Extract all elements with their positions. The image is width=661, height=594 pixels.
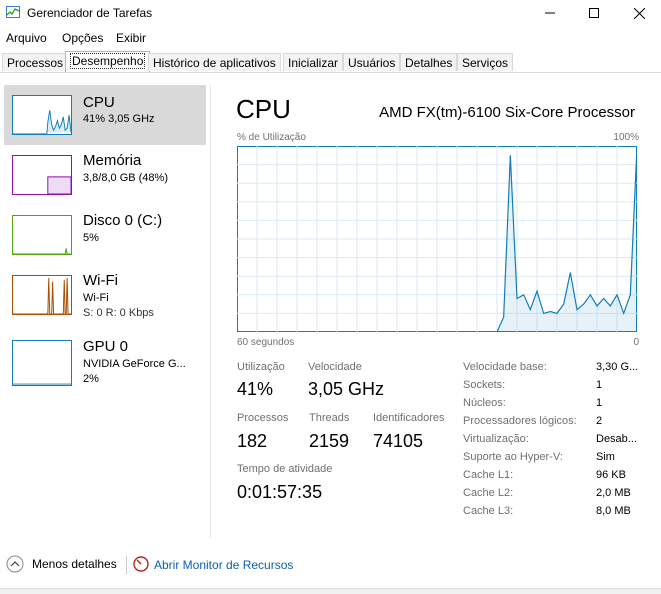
- detail-value: 96 KB: [596, 469, 626, 481]
- window-title: Gerenciador de Tarefas: [27, 6, 153, 20]
- processes-label: Processos: [237, 412, 289, 424]
- resource-monitor-icon: [133, 556, 149, 572]
- graph-x-left-label: 60 segundos: [237, 337, 295, 348]
- tab-label: Processos: [7, 56, 64, 70]
- minimize-icon: [545, 12, 555, 14]
- detail-label: Cache L2:: [463, 487, 514, 499]
- detail-value: 3,30 G...: [596, 361, 639, 373]
- threads-value: 2159: [309, 431, 350, 451]
- tab-desempenho[interactable]: Desempenho: [65, 51, 151, 72]
- chevron-up-icon: [6, 555, 24, 573]
- memory-thumbnail-graph: [12, 155, 72, 195]
- processor-name: AMD FX(tm)-6100 Six-Core Processor: [379, 104, 635, 121]
- detail-label: Velocidade base:: [463, 361, 547, 373]
- maximize-icon: [589, 8, 599, 18]
- resource-sidebar: CPU 41% 3,05 GHz Memória 3,8/8,0 GB (48%…: [0, 84, 208, 538]
- footer-divider: [126, 556, 127, 574]
- detail-value: 2,0 MB: [596, 487, 631, 499]
- tab-label: Inicializar: [288, 56, 339, 70]
- detail-value: 1: [596, 397, 603, 409]
- utilization-value: 41%: [237, 379, 274, 399]
- handles-label: Identificadores: [373, 412, 445, 424]
- sidebar-item-title: CPU: [83, 94, 115, 111]
- maximize-button[interactable]: [572, 0, 616, 26]
- detail-label: Núcleos:: [463, 397, 506, 409]
- detail-value: 8,0 MB: [596, 505, 631, 517]
- sidebar-item-memoria[interactable]: Memória 3,8/8,0 GB (48%): [4, 145, 206, 205]
- detail-value: 1: [596, 379, 603, 391]
- disk-thumbnail-graph: [12, 215, 72, 255]
- tab-label: Histórico de aplicativos: [153, 56, 276, 70]
- sidebar-item-title: GPU 0: [83, 338, 129, 355]
- sidebar-item-detail: 41% 3,05 GHz: [83, 113, 155, 125]
- detail-label: Virtualização:: [463, 433, 529, 445]
- detail-value: Sim: [596, 451, 615, 463]
- uptime-value: 0:01:57:35: [237, 482, 323, 502]
- open-resource-monitor-link[interactable]: Abrir Monitor de Recursos: [154, 558, 293, 572]
- tab-label: Serviços: [462, 56, 509, 70]
- sidebar-item-detail-2: S: 0 R: 0 Kbps: [83, 307, 154, 319]
- graph-y-max-label: 100%: [613, 132, 639, 143]
- page-title: CPU: [236, 94, 291, 124]
- cpu-utilization-graph: [237, 146, 637, 332]
- tab-label: Desempenho: [70, 53, 146, 69]
- sidebar-item-detail: 3,8/8,0 GB (48%): [83, 172, 168, 184]
- utilization-label: Utilização: [237, 361, 285, 373]
- fewer-details-label: Menos detalhes: [32, 557, 117, 571]
- close-icon: [633, 7, 645, 19]
- tab-detalhes[interactable]: Detalhes: [400, 53, 458, 71]
- sidebar-item-title: Wi-Fi: [83, 272, 118, 289]
- tab-label: Usuários: [348, 56, 396, 70]
- sidebar-item-cpu[interactable]: CPU 41% 3,05 GHz: [4, 85, 206, 145]
- menu-exibir[interactable]: Exibir: [116, 31, 146, 45]
- detail-label: Cache L3:: [463, 505, 514, 517]
- sidebar-item-title: Disco 0 (C:): [83, 212, 163, 229]
- menu-arquivo[interactable]: Arquivo: [6, 31, 47, 45]
- processes-value: 182: [237, 431, 268, 451]
- tab-processos[interactable]: Processos: [2, 53, 69, 71]
- footer: Menos detalhes Abrir Monitor de Recursos: [0, 550, 661, 580]
- detail-label: Processadores lógicos:: [463, 415, 577, 427]
- sidebar-item-detail: NVIDIA GeForce G...: [83, 358, 186, 370]
- tab-usuarios[interactable]: Usuários: [343, 53, 401, 71]
- bottom-edge: [0, 588, 661, 594]
- task-manager-icon: [6, 6, 20, 18]
- tab-servicos[interactable]: Serviços: [457, 53, 514, 71]
- handles-value: 74105: [373, 431, 424, 451]
- sidebar-item-detail-2: 2%: [83, 373, 99, 385]
- sidebar-item-detail: 5%: [83, 232, 99, 244]
- tab-historico[interactable]: Histórico de aplicativos: [148, 53, 281, 71]
- menu-bar: Arquivo Opções Exibir: [0, 28, 661, 48]
- graph-x-right-label: 0: [633, 337, 639, 348]
- cpu-thumbnail-graph: [12, 95, 72, 135]
- speed-value: 3,05 GHz: [308, 379, 385, 399]
- graph-y-label: % de Utilização: [237, 132, 306, 143]
- detail-value: Desab...: [596, 433, 637, 445]
- sidebar-item-gpu[interactable]: GPU 0 NVIDIA GeForce G... 2%: [4, 331, 206, 391]
- sidebar-item-title: Memória: [83, 152, 142, 169]
- sidebar-item-disco[interactable]: Disco 0 (C:) 5%: [4, 205, 206, 265]
- tab-inicializar[interactable]: Inicializar: [283, 53, 344, 71]
- speed-label: Velocidade: [308, 361, 362, 373]
- detail-label: Cache L1:: [463, 469, 514, 481]
- detail-label: Sockets:: [463, 379, 506, 391]
- wifi-thumbnail-graph: [12, 275, 72, 315]
- menu-opcoes[interactable]: Opções: [62, 31, 103, 45]
- threads-label: Threads: [309, 412, 350, 424]
- sidebar-item-wifi[interactable]: Wi-Fi Wi-Fi S: 0 R: 0 Kbps: [4, 265, 206, 325]
- uptime-label: Tempo de atividade: [237, 463, 333, 475]
- detail-label: Suporte ao Hyper-V:: [463, 451, 563, 463]
- title-bar: Gerenciador de Tarefas: [0, 0, 661, 26]
- minimize-button[interactable]: [528, 0, 572, 26]
- tab-label: Detalhes: [405, 56, 453, 70]
- fewer-details-button[interactable]: Menos detalhes: [6, 555, 117, 573]
- sidebar-divider: [210, 84, 211, 538]
- gpu-thumbnail-graph: [12, 340, 72, 386]
- tab-bar: Processos Desempenho Histórico de aplica…: [0, 51, 661, 73]
- close-button[interactable]: [617, 0, 661, 26]
- sidebar-item-detail: Wi-Fi: [83, 292, 109, 304]
- detail-value: 2: [596, 415, 603, 427]
